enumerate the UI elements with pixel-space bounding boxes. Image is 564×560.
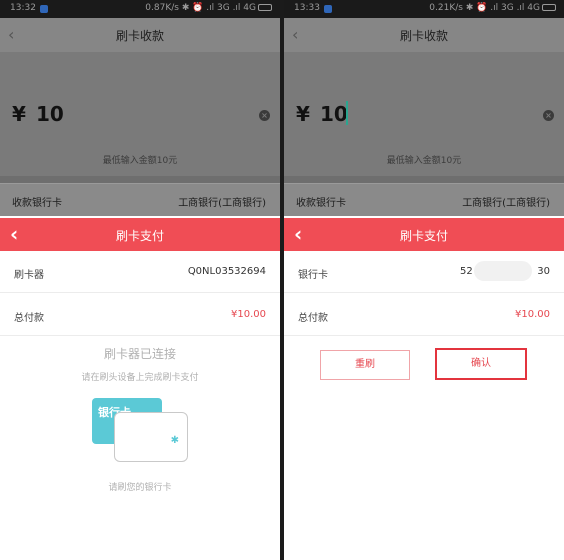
app-notification-icon [324,5,332,13]
section-gap [284,176,564,183]
status-time: 13:32 [10,3,36,13]
amount-input-area[interactable]: ¥ 10 × 最低输入金额10元 [284,52,564,176]
receiving-bank-row[interactable]: 收款银行卡 工商银行(工商银行) [0,183,280,216]
currency-symbol: ¥ [296,102,310,126]
total-payment-label: 总付款 [14,313,44,324]
app-notification-icon [40,5,48,13]
text-caret [346,101,348,125]
top-nav-bar: ‹ 刷卡收款 [284,18,564,52]
bluetooth-icon: ✱ [170,435,179,446]
receiving-bank-row[interactable]: 收款银行卡 工商银行(工商银行) [284,183,564,216]
swipe-card-illustration: 银行卡 ✱ [92,398,192,466]
currency-symbol: ¥ [12,102,26,126]
status-indicators: 0.87K/s ✱ ⏰ .ıl 3G .ıl 4G [145,3,272,13]
total-payment-value: ¥10.00 [231,309,266,320]
clear-input-icon[interactable]: × [259,110,270,121]
minimum-amount-hint: 最低输入金额10元 [102,156,178,166]
amount-input-area[interactable]: ¥ 10 × 最低输入金额10元 [0,52,280,176]
status-time: 13:33 [294,3,320,13]
swipe-card-hint: 请刷您的银行卡 [108,483,172,493]
top-nav-bar: ‹ 刷卡收款 [0,18,280,52]
status-bar: 13:33 0.21K/s ✱ ⏰ .ıl 3G .ıl 4G [284,0,564,18]
card-reader-device-icon: ✱ [114,412,188,462]
total-payment-row: 总付款 ¥10.00 [284,294,564,336]
card-reader-label: 刷卡器 [14,270,44,281]
card-number-end: 30 [537,266,550,277]
total-payment-label: 总付款 [298,313,328,324]
receiving-bank-label: 收款银行卡 [296,198,346,209]
receiving-bank-value: 工商银行(工商银行) [462,198,550,209]
card-reader-row: 刷卡器 Q0NL03532694 [0,251,280,293]
reswipe-button[interactable]: 重刷 [320,350,410,380]
clear-input-icon[interactable]: × [543,110,554,121]
left-screen: 13:32 0.87K/s ✱ ⏰ .ıl 3G .ıl 4G ‹ 刷卡收款 ¥… [0,0,280,560]
total-payment-row: 总付款 ¥10.00 [0,294,280,336]
total-payment-value: ¥10.00 [515,309,550,320]
card-reader-id: Q0NL03532694 [187,266,266,277]
sheet-title: 刷卡支付 [399,229,448,243]
amount-input[interactable]: 10 [36,102,64,126]
card-number-start: 52 [460,266,473,277]
bank-card-row-label: 银行卡 [298,270,328,281]
card-pay-sheet-header: ‹ 刷卡支付 [284,218,564,251]
status-bar: 13:32 0.87K/s ✱ ⏰ .ıl 3G .ıl 4G [0,0,280,18]
status-network-text: 0.87K/s ✱ ⏰ .ıl 3G .ıl 4G [145,3,256,13]
battery-icon [258,4,272,11]
receiving-bank-value: 工商银行(工商银行) [178,198,266,209]
card-pay-sheet-header: ‹ 刷卡支付 [0,218,280,251]
status-indicators: 0.21K/s ✱ ⏰ .ıl 3G .ıl 4G [429,3,556,13]
receiving-bank-label: 收款银行卡 [12,198,62,209]
page-title: 刷卡收款 [399,29,448,43]
bank-card-row: 银行卡 52 30 [284,251,564,293]
reader-connected-subtitle: 请在刷头设备上完成刷卡支付 [81,373,199,383]
confirm-button[interactable]: 确认 [435,348,527,380]
status-network-text: 0.21K/s ✱ ⏰ .ıl 3G .ıl 4G [429,3,540,13]
section-gap [0,176,280,183]
battery-icon [542,4,556,11]
right-screen: 13:33 0.21K/s ✱ ⏰ .ıl 3G .ıl 4G ‹ 刷卡收款 ¥… [284,0,564,560]
reader-connected-title: 刷卡器已连接 [103,347,176,361]
amount-input[interactable]: 10 [320,102,348,126]
page-title: 刷卡收款 [115,29,164,43]
sheet-title: 刷卡支付 [115,229,164,243]
minimum-amount-hint: 最低输入金额10元 [386,156,462,166]
card-number-mask [474,261,532,281]
